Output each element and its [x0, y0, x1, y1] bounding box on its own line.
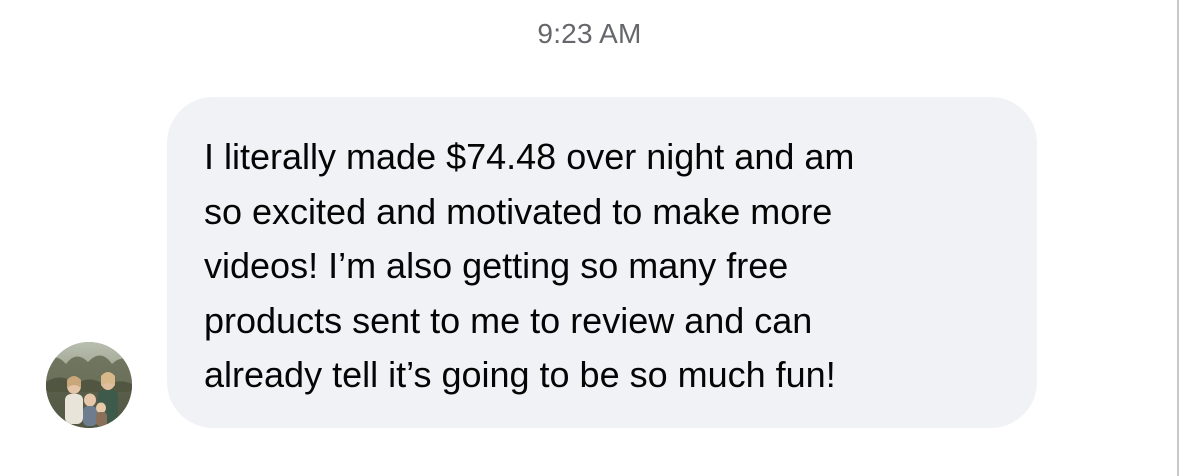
incoming-message-row: I literally made $74.48 over night and a…	[0, 0, 1179, 476]
sender-avatar[interactable]	[46, 342, 132, 428]
message-text: I literally made $74.48 over night and a…	[204, 136, 855, 395]
message-bubble[interactable]: I literally made $74.48 over night and a…	[167, 97, 1037, 428]
user-profile-photo-icon	[46, 342, 132, 428]
